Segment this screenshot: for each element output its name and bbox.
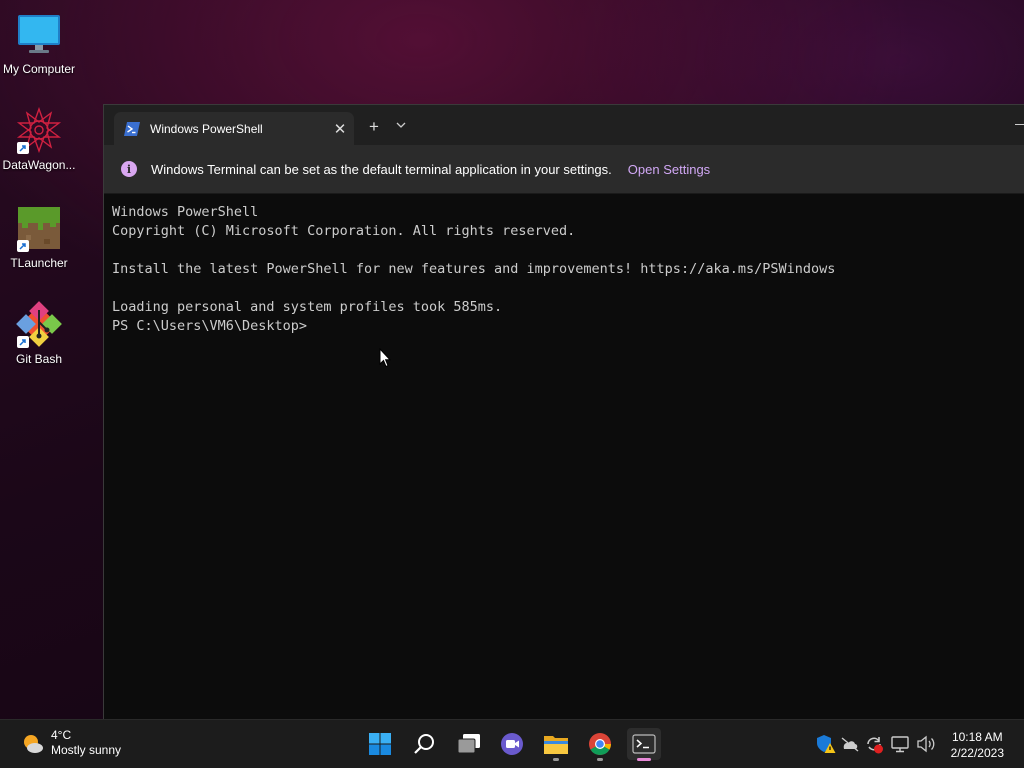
datawagon-icon [15,106,63,154]
grass-block-icon [15,204,63,252]
terminal-window[interactable]: Windows PowerShell ✕ + i Windows Termina… [103,104,1024,721]
chevron-down-icon[interactable] [394,119,408,131]
console-line: Install the latest PowerShell for new fe… [112,261,836,277]
powershell-icon [124,121,140,136]
running-indicator [553,758,559,761]
weather-widget[interactable]: 4°C Mostly sunny [20,728,121,758]
terminal-icon [632,734,656,754]
onedrive-tray-button[interactable] [840,734,860,754]
sync-error-icon [867,737,883,754]
desktop-icon-git-bash[interactable]: Git Bash [0,300,78,366]
shortcut-arrow-icon [17,336,29,348]
task-view-icon [457,734,480,754]
cloud-offline-icon [841,737,859,752]
network-icon [891,736,909,753]
shortcut-arrow-icon [17,240,29,252]
weather-description: Mostly sunny [51,743,122,757]
git-icon [15,300,63,348]
network-tray-button[interactable] [891,734,911,754]
defender-tray-button[interactable] [816,734,836,754]
clock-date: 2/22/2023 [950,746,1004,760]
info-bar-message: Windows Terminal can be set as the defau… [151,161,612,177]
chat-button[interactable] [495,728,529,760]
chrome-icon [589,733,611,755]
console-line: Loading personal and system profiles too… [112,299,503,315]
chrome-button[interactable] [583,728,617,761]
tab-windows-powershell[interactable]: Windows PowerShell ✕ [114,112,354,145]
desktop-icon-my-computer[interactable]: My Computer [0,10,78,76]
terminal-button[interactable] [627,728,661,761]
partly-sunny-icon [24,735,43,753]
chat-icon [501,733,523,755]
shield-warning-icon [817,735,836,753]
start-icon [369,733,391,755]
volume-icon [917,735,935,753]
search-icon [414,734,434,754]
task-view-button[interactable] [452,728,486,760]
running-indicator [597,758,603,761]
mouse-pointer-icon [379,348,391,368]
open-settings-link[interactable]: Open Settings [628,162,710,177]
search-button[interactable] [408,728,442,760]
desktop-icon-label: TLauncher [10,256,68,270]
active-indicator [637,758,651,761]
monitor-icon [15,10,63,58]
desktop-icon-tlauncher[interactable]: TLauncher [0,204,78,270]
new-tab-button[interactable]: + [364,117,384,137]
minimize-button[interactable] [1015,124,1024,125]
console-prompt[interactable]: PS C:\Users\VM6\Desktop> [112,317,1024,336]
tab-bar: Windows PowerShell ✕ + [104,105,1024,145]
taskbar: 4°C Mostly sunny 10:18 AM 2/22/2023 [0,719,1024,768]
desktop-icon-label: Git Bash [15,352,63,366]
close-tab-icon[interactable]: ✕ [326,120,354,138]
info-bar: i Windows Terminal can be set as the def… [104,145,1024,194]
sync-tray-button[interactable] [864,734,884,754]
volume-tray-button[interactable] [916,734,936,754]
desktop-icon-label: My Computer [2,62,76,76]
clock[interactable]: 10:18 AM 2/22/2023 [951,729,1004,761]
shortcut-arrow-icon [17,142,29,154]
console-line: Windows PowerShell [112,204,259,220]
file-explorer-button[interactable] [539,728,573,761]
desktop-icon-label: DataWagon... [2,158,76,172]
start-button[interactable] [363,728,397,760]
console-line: Copyright (C) Microsoft Corporation. All… [112,223,576,239]
info-icon: i [121,161,137,177]
console-output[interactable]: Windows PowerShell Copyright (C) Microsof… [104,194,1024,336]
clock-time: 10:18 AM [951,730,1003,744]
weather-temperature: 4°C [51,728,72,742]
tab-title: Windows PowerShell [150,121,263,136]
file-explorer-icon [544,736,568,754]
desktop-icon-datawagon[interactable]: DataWagon... [0,106,78,172]
